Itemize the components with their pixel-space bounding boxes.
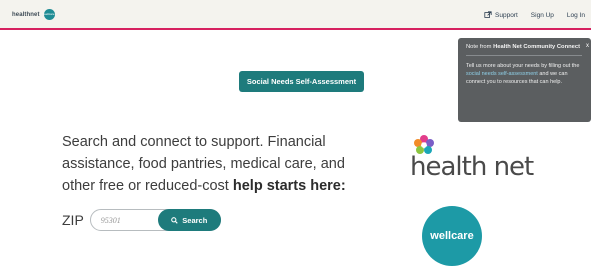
page: healthnet wellcare Support Sign Up Log I…: [0, 0, 591, 272]
notice-title-prefix: Note from: [466, 44, 492, 50]
signup-link[interactable]: Sign Up: [531, 12, 554, 19]
search-label: Search: [182, 215, 208, 225]
search-icon: [171, 216, 178, 224]
community-connect-notice: x Note from Health Net Community Connect…: [458, 38, 591, 122]
login-label: Log In: [566, 11, 585, 19]
self-assessment-link[interactable]: social needs self-assessment: [466, 71, 538, 77]
zip-label: ZIP: [62, 212, 84, 228]
notice-divider: [466, 55, 582, 56]
zip-search-box: Search: [89, 209, 221, 231]
hero-highlight: help starts here:: [232, 178, 346, 194]
top-nav: healthnet wellcare Support Sign Up Log I…: [0, 0, 591, 30]
close-icon[interactable]: x: [586, 43, 589, 49]
notice-title: Note from Health Net Community Connect: [466, 44, 583, 51]
notice-body: Tell us more about your needs by filling…: [466, 62, 583, 86]
support-label: Support: [495, 11, 518, 19]
zip-search: ZIP Search: [62, 209, 221, 231]
healthnet-logo-text: health net: [410, 152, 534, 182]
wellcare-brand-badge: wellcare: [43, 9, 55, 20]
notice-title-bold: Health Net Community Connect: [493, 44, 581, 50]
nav-links: Support Sign Up Log In: [484, 0, 585, 30]
zip-input[interactable]: [100, 215, 161, 225]
self-assessment-button[interactable]: Social Needs Self-Assessment: [239, 71, 364, 92]
search-button[interactable]: Search: [157, 209, 221, 231]
notice-body-before: Tell us more about your needs by filling…: [466, 63, 580, 69]
brand[interactable]: healthnet wellcare: [12, 9, 55, 20]
support-link[interactable]: Support: [484, 11, 518, 19]
wellcare-logo: wellcare: [422, 206, 482, 266]
signup-label: Sign Up: [530, 11, 554, 19]
login-link[interactable]: Log In: [567, 12, 585, 19]
healthnet-brand-text: healthnet: [12, 11, 40, 18]
external-link-icon: [484, 11, 492, 18]
hero-text: Search and connect to support. Financial…: [62, 131, 362, 197]
